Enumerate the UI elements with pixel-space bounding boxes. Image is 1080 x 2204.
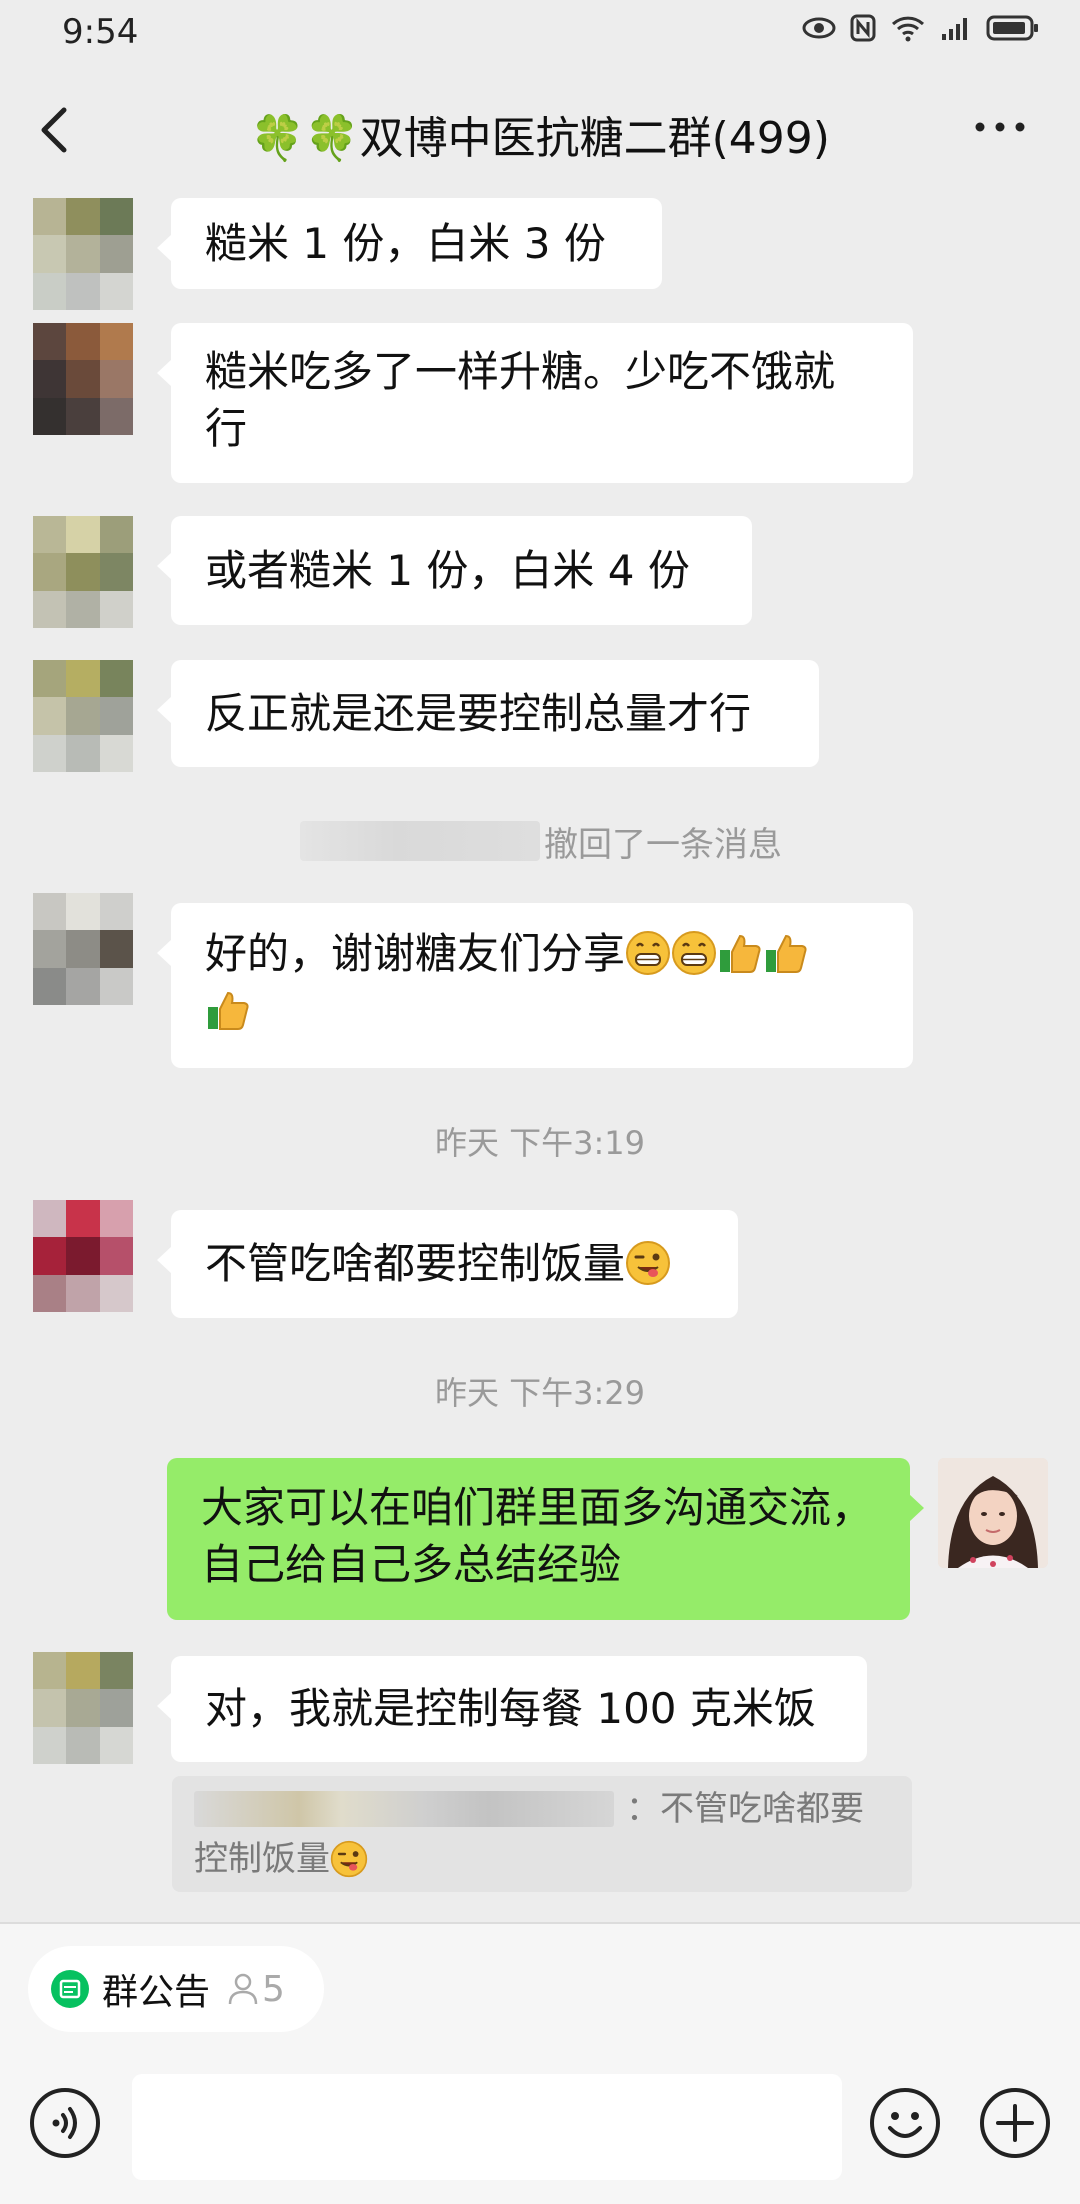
input-area: 群公告 5 <box>0 1924 1080 2204</box>
thumbs-up-emoji-icon <box>208 991 249 1030</box>
status-bar: 9:54 <box>0 0 1080 64</box>
plus-icon[interactable] <box>978 2086 1052 2160</box>
avatar[interactable] <box>33 516 133 628</box>
wink-emoji-icon <box>330 1840 368 1878</box>
blurred-username <box>194 1791 614 1827</box>
emoji-icon[interactable] <box>868 2086 942 2160</box>
blurred-username <box>300 821 540 861</box>
message-text: 反正就是还是要控制总量才行 <box>205 689 752 738</box>
timestamp: 昨天 下午3:19 <box>434 1124 646 1162</box>
timestamp: 昨天 下午3:29 <box>434 1374 646 1412</box>
thumbs-up-emoji-icon <box>720 934 761 973</box>
message-text: 对，我就是控制每餐 100 克米饭 <box>205 1684 816 1733</box>
message-bubble[interactable]: 或者糙米 1 份，白米 4 份 <box>157 516 752 625</box>
message-text: 自己给自己多总结经验 <box>201 1540 622 1589</box>
eye-icon <box>802 17 836 39</box>
grin-emoji-icon <box>626 931 671 975</box>
group-notice-button[interactable]: 群公告 5 <box>28 1946 324 2032</box>
chat-title[interactable]: 🍀🍀双博中医抗糖二群(499) <box>0 102 1080 166</box>
status-time: 9:54 <box>62 12 139 52</box>
grin-emoji-icon <box>672 931 717 975</box>
message-text: 糙米 1 份，白米 3 份 <box>205 219 606 268</box>
avatar[interactable] <box>33 1200 133 1312</box>
my-avatar[interactable] <box>938 1458 1048 1568</box>
message-text: 糙米吃多了一样升糖。少吃不饿就 <box>205 347 836 396</box>
message-text: 不管吃啥都要控制饭量 <box>205 1239 626 1288</box>
message-input[interactable] <box>132 2074 842 2180</box>
message-bubble[interactable]: 反正就是还是要控制总量才行 <box>157 660 819 767</box>
avatar-photo <box>938 1458 1048 1568</box>
recall-notice: 撤回了一条消息 <box>300 815 820 865</box>
message-bubble[interactable]: 不管吃啥都要控制饭量 <box>157 1210 738 1318</box>
avatar[interactable] <box>33 1652 133 1764</box>
chat-header: 🍀🍀双博中医抗糖二群(499) <box>0 64 1080 194</box>
quote-text: ：不管吃啥都要 <box>626 1789 864 1829</box>
thumbs-up-emoji-icon <box>766 934 807 973</box>
avatar[interactable] <box>33 893 133 1005</box>
nfc-icon <box>850 14 876 42</box>
my-message-bubble[interactable]: 大家可以在咱们群里面多沟通交流， 自己给自己多总结经验 <box>167 1458 924 1620</box>
recall-text: 撤回了一条消息 <box>544 825 782 865</box>
message-bubble[interactable]: 好的，谢谢糖友们分享 <box>157 903 913 1068</box>
avatar[interactable] <box>33 660 133 772</box>
status-icons <box>802 14 1040 42</box>
message-text: 好的，谢谢糖友们分享 <box>205 929 626 978</box>
voice-icon[interactable] <box>28 2086 102 2160</box>
wink-emoji-icon <box>626 1241 671 1285</box>
announcement-icon <box>51 1970 89 2008</box>
quote-text: 控制饭量 <box>194 1839 330 1879</box>
battery-icon <box>986 15 1038 41</box>
avatar[interactable] <box>33 198 133 310</box>
more-icon[interactable] <box>970 112 1030 142</box>
person-icon <box>228 1973 258 2005</box>
avatar[interactable] <box>33 323 133 435</box>
signal-icon <box>942 18 967 40</box>
message-text: 行 <box>205 404 248 453</box>
message-text: 大家可以在咱们群里面多沟通交流， <box>201 1483 874 1532</box>
wifi-icon <box>891 16 925 42</box>
message-text: 或者糙米 1 份，白米 4 份 <box>205 546 690 595</box>
notice-label: 群公告 <box>102 1972 211 2013</box>
message-bubble[interactable]: 糙米 1 份，白米 3 份 <box>157 198 662 289</box>
quoted-message[interactable]: ：不管吃啥都要 控制饭量 <box>172 1776 912 1892</box>
notice-count: 5 <box>262 1968 285 2010</box>
message-bubble[interactable]: 糙米吃多了一样升糖。少吃不饿就 行 <box>157 323 913 483</box>
message-bubble[interactable]: 对，我就是控制每餐 100 克米饭 <box>157 1656 867 1762</box>
